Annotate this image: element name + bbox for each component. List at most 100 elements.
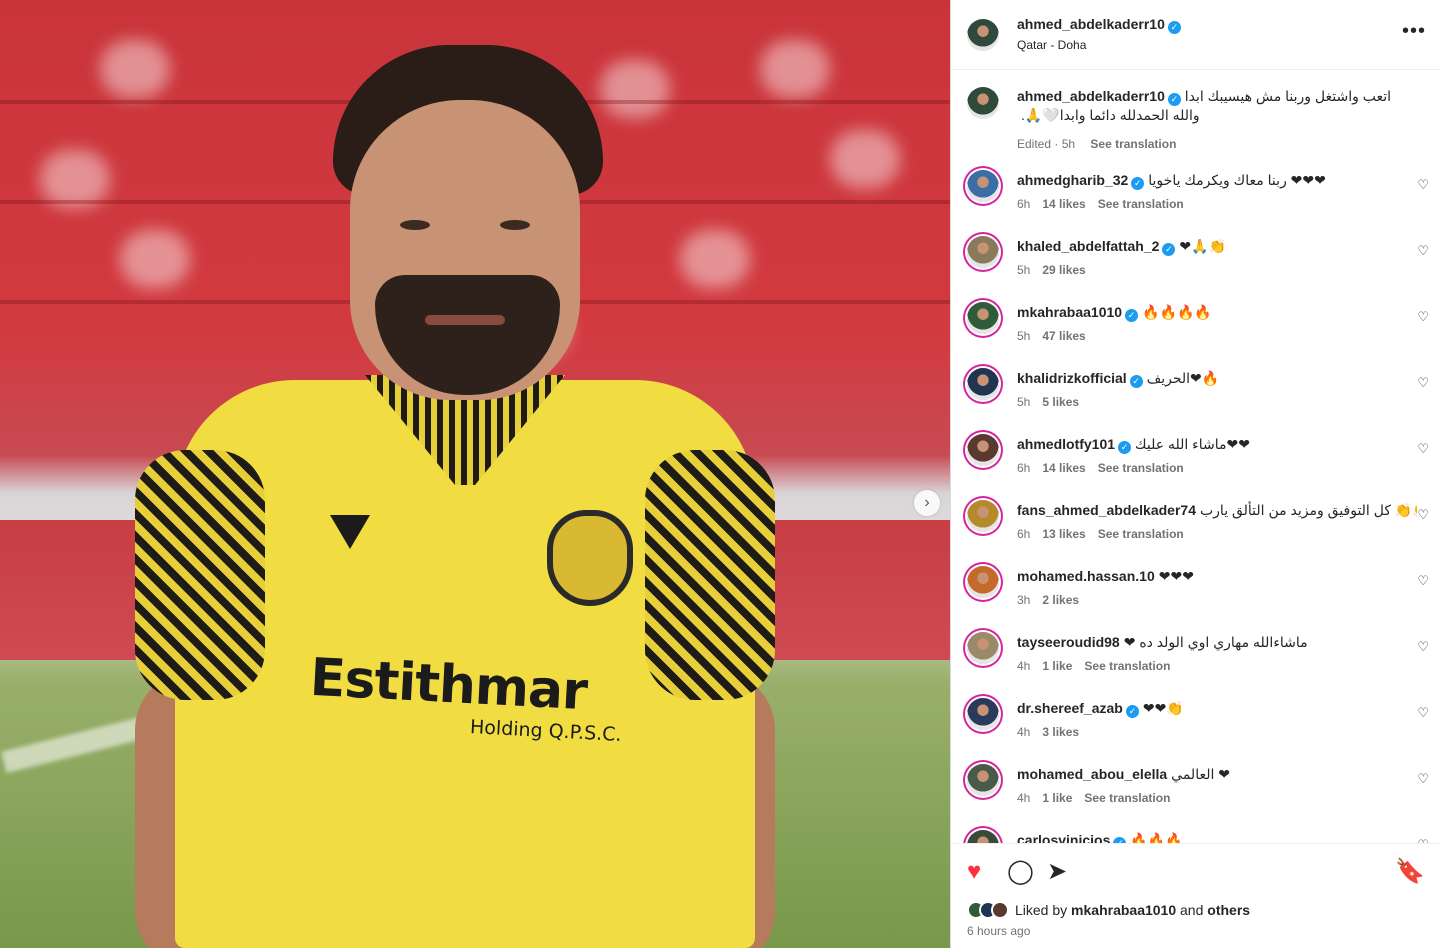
liker-avatar[interactable]	[991, 901, 1009, 919]
commenter-username[interactable]: tayseeroudid98	[1017, 634, 1120, 650]
commenter-avatar[interactable]	[967, 434, 999, 466]
commenter-username[interactable]: dr.shereef_azab	[1017, 700, 1123, 716]
comment-like-heart-icon[interactable]: ♡	[1417, 177, 1429, 193]
share-icon[interactable]: ➤	[1047, 860, 1067, 884]
comment-text: ماشاء الله عليك❤❤	[1135, 436, 1250, 452]
commenter-avatar[interactable]	[967, 302, 999, 334]
commenter-avatar[interactable]	[967, 764, 999, 796]
comment-time[interactable]: 5h	[1017, 263, 1030, 277]
comment-icon[interactable]: ◯	[1007, 860, 1034, 884]
comment-likes-count[interactable]: 14 likes	[1042, 197, 1085, 211]
comment-time[interactable]: 4h	[1017, 659, 1030, 673]
commenter-avatar[interactable]	[967, 632, 999, 664]
commenter-avatar[interactable]	[967, 698, 999, 730]
comment-likes-count[interactable]: 14 likes	[1042, 461, 1085, 475]
see-translation-link[interactable]: See translation	[1090, 137, 1176, 151]
more-options-icon[interactable]: •••	[1402, 20, 1426, 43]
author-avatar[interactable]	[967, 87, 999, 119]
verified-icon: ✓	[1125, 705, 1139, 718]
verified-icon: ✓	[1118, 441, 1132, 454]
caption-username[interactable]: ahmed_abdelkaderr10 ✓	[1017, 88, 1181, 106]
post-location[interactable]: Qatar - Doha	[1017, 38, 1086, 52]
comment-likes-count[interactable]: 2 likes	[1042, 593, 1079, 607]
comment-item: ahmedlotfy101 ✓ ماشاء الله عليك❤❤ 6h 14 like…	[951, 427, 1440, 493]
instagram-post-view: Estithmar Holding Q.P.S.C. › ahmed_abdel…	[0, 0, 1440, 948]
commenter-avatar[interactable]	[967, 566, 999, 598]
comment-time[interactable]: 6h	[1017, 197, 1030, 211]
verified-icon: ✓	[1129, 375, 1143, 388]
comment-time[interactable]: 5h	[1017, 395, 1030, 409]
commenter-avatar[interactable]	[967, 170, 999, 202]
player-figure: Estithmar Holding Q.P.S.C.	[135, 30, 775, 948]
post-timestamp[interactable]: 6 hours ago	[967, 924, 1030, 938]
commenter-avatar[interactable]	[967, 368, 999, 400]
liked-by-user-link[interactable]: mkahrabaa1010	[1071, 902, 1176, 918]
author-avatar[interactable]	[967, 19, 999, 51]
commenter-username[interactable]: mkahrabaa1010	[1017, 304, 1122, 320]
comment-text: الحريف❤🔥	[1146, 370, 1220, 386]
verified-icon: ✓	[1167, 93, 1181, 106]
comment-likes-count[interactable]: 13 likes	[1042, 527, 1085, 541]
comment-text: ❤❤👏	[1142, 700, 1184, 716]
comment-item: fans_ahmed_abdelkader74 كل التوفيق ومزيد …	[951, 493, 1440, 559]
comment-text: كل التوفيق ومزيد من التألق يارب 👏👏👏	[1199, 502, 1417, 518]
liked-by-others-link[interactable]: others	[1207, 902, 1250, 918]
comment-time[interactable]: 3h	[1017, 593, 1030, 607]
comment-likes-count[interactable]: 1 like	[1042, 659, 1072, 673]
commenter-avatar[interactable]	[967, 500, 999, 532]
comment-item: mohamed.hassan.10 ❤❤❤ 3h 2 likes ♡	[951, 559, 1440, 625]
comment-likes-count[interactable]: 1 like	[1042, 791, 1072, 805]
see-translation-link[interactable]: See translation	[1084, 659, 1170, 673]
comment-text: ❤🙏👏	[1179, 238, 1226, 254]
see-translation-link[interactable]: See translation	[1098, 197, 1184, 211]
commenter-avatar[interactable]	[967, 236, 999, 268]
comment-like-heart-icon[interactable]: ♡	[1417, 309, 1429, 325]
comment-likes-count[interactable]: 3 likes	[1042, 725, 1079, 739]
author-username[interactable]: ahmed_abdelkaderr10 ✓	[1017, 16, 1181, 34]
comment-like-heart-icon[interactable]: ♡	[1417, 639, 1429, 655]
commenter-username[interactable]: khaled_abdelfattah_2	[1017, 238, 1159, 254]
comment-text: العالمي ❤	[1171, 766, 1230, 782]
comment-like-heart-icon[interactable]: ♡	[1417, 771, 1429, 787]
commenter-username[interactable]: fans_ahmed_abdelkader74	[1017, 502, 1196, 518]
comment-item: khalidrizkofficial ✓ الحريف❤🔥 5h 5 likes ♡	[951, 361, 1440, 427]
comment-like-heart-icon[interactable]: ♡	[1417, 441, 1429, 457]
comment-like-heart-icon[interactable]: ♡	[1417, 705, 1429, 721]
comment-text: ❤ ماشاءالله مهاري اوي الولد ده	[1123, 634, 1308, 650]
comment-text: 🔥🔥🔥	[1130, 832, 1183, 843]
commenter-username[interactable]: mohamed_abou_elella	[1017, 766, 1167, 782]
commenter-username[interactable]: mohamed.hassan.10	[1017, 568, 1155, 584]
save-icon[interactable]: 🔖	[1395, 860, 1425, 884]
next-photo-button[interactable]: ›	[914, 490, 940, 516]
comment-item: khaled_abdelfattah_2 ✓ ❤🙏👏 5h 29 likes ♡	[951, 229, 1440, 295]
commenter-username[interactable]: ahmedlotfy101	[1017, 436, 1115, 452]
post-photo[interactable]: Estithmar Holding Q.P.S.C. ›	[0, 0, 950, 948]
comment-time[interactable]: 6h	[1017, 461, 1030, 475]
comment-likes-count[interactable]: 47 likes	[1042, 329, 1085, 343]
comments-list[interactable]: ahmed_abdelkaderr10 ✓ اتعب واشتغل وربنا م…	[951, 71, 1440, 843]
see-translation-link[interactable]: See translation	[1098, 527, 1184, 541]
commenter-avatar[interactable]	[967, 830, 999, 843]
comment-like-heart-icon[interactable]: ♡	[1417, 573, 1429, 589]
verified-icon: ✓	[1125, 309, 1139, 322]
post-actions-footer: ♥ ◯ ➤ 🔖 Liked by mkahrabaa1010 and other…	[951, 843, 1440, 948]
comment-item: ahmedgharib_32 ✓ ربنا معاك ويكرمك ياخويا ❤…	[951, 163, 1440, 229]
comment-like-heart-icon[interactable]: ♡	[1417, 507, 1429, 523]
verified-icon: ✓	[1131, 177, 1145, 190]
comment-like-heart-icon[interactable]: ♡	[1417, 375, 1429, 391]
commenter-username[interactable]: carlosvinicios	[1017, 832, 1110, 843]
see-translation-link[interactable]: See translation	[1084, 791, 1170, 805]
comment-likes-count[interactable]: 29 likes	[1042, 263, 1085, 277]
comment-time[interactable]: 6h	[1017, 527, 1030, 541]
caption-edited: Edited · 5h	[1017, 137, 1076, 151]
comment-like-heart-icon[interactable]: ♡	[1417, 243, 1429, 259]
comment-time[interactable]: 4h	[1017, 791, 1030, 805]
commenter-username[interactable]: ahmedgharib_32	[1017, 172, 1128, 188]
comment-likes-count[interactable]: 5 likes	[1042, 395, 1079, 409]
comment-text: ❤❤❤	[1158, 568, 1194, 584]
commenter-username[interactable]: khalidrizkofficial	[1017, 370, 1127, 386]
comment-time[interactable]: 4h	[1017, 725, 1030, 739]
like-heart-icon[interactable]: ♥	[967, 860, 981, 884]
comment-time[interactable]: 5h	[1017, 329, 1030, 343]
see-translation-link[interactable]: See translation	[1098, 461, 1184, 475]
